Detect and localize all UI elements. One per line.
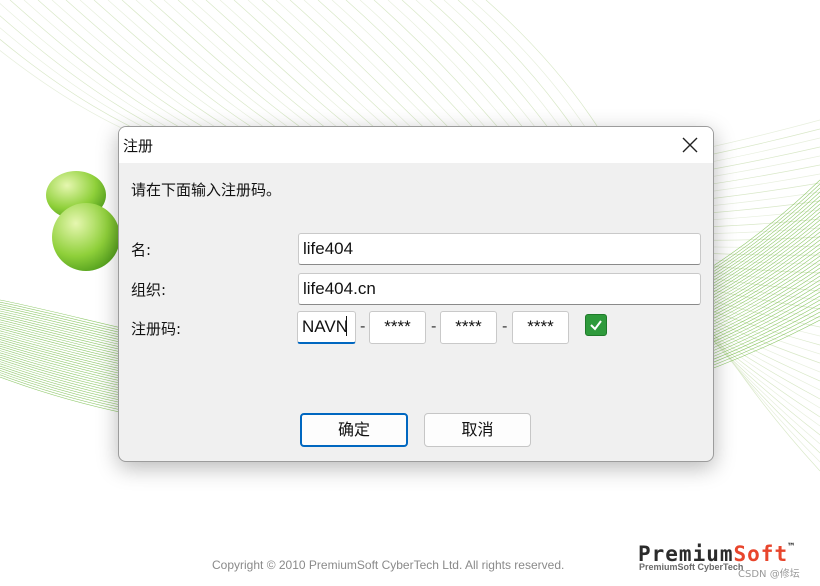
code-separator: -	[502, 317, 508, 335]
code-segment-2[interactable]: ****	[369, 311, 426, 344]
code-separator: -	[360, 317, 366, 335]
dialog-title: 注册	[123, 137, 154, 155]
dialog-titlebar[interactable]: 注册	[119, 127, 713, 163]
close-button[interactable]	[667, 127, 713, 163]
close-icon	[682, 137, 698, 153]
name-field[interactable]: life404	[298, 233, 701, 265]
name-label: 名:	[131, 241, 152, 259]
ok-button[interactable]: 确定	[300, 413, 408, 447]
code-segment-1-value: NAVN	[302, 317, 348, 336]
brand-subtitle: PremiumSoft CyberTech	[639, 562, 744, 572]
code-label: 注册码:	[131, 320, 182, 338]
code-segment-1[interactable]: NAVN	[297, 311, 356, 344]
code-separator: -	[431, 317, 437, 335]
code-segment-4[interactable]: ****	[512, 311, 569, 344]
code-valid-indicator	[585, 314, 607, 336]
instruction-text: 请在下面输入注册码。	[131, 181, 282, 199]
checkmark-icon	[590, 320, 602, 331]
copyright-text: Copyright © 2010 PremiumSoft CyberTech L…	[212, 558, 565, 572]
code-segment-3[interactable]: ****	[440, 311, 497, 344]
cancel-button[interactable]: 取消	[424, 413, 531, 447]
text-caret	[345, 316, 347, 336]
organization-field[interactable]: life404.cn	[298, 273, 701, 305]
watermark: CSDN @修坛	[738, 569, 800, 580]
registration-dialog: 注册 请在下面输入注册码。 名: life404 组织: life404.cn …	[118, 126, 714, 462]
navicat-logo-icon	[46, 171, 120, 271]
org-label: 组织:	[131, 281, 167, 299]
brand-tm: ™	[788, 542, 796, 553]
